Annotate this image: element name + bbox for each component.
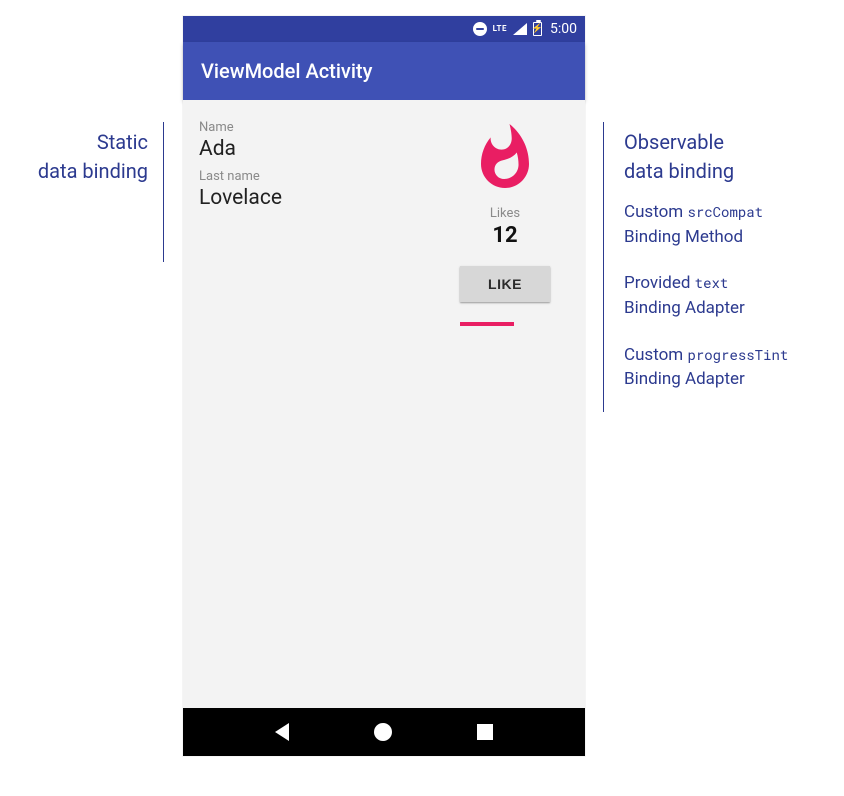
annotation-left: Static data binding bbox=[0, 128, 160, 200]
annotation-left-heading-line1: Static bbox=[97, 130, 148, 154]
lastname-value: Lovelace bbox=[199, 186, 425, 210]
annotation-divider-right bbox=[603, 122, 604, 412]
annotation-item3-prefix: Custom bbox=[624, 345, 687, 365]
battery-charging-icon: ⚡ bbox=[533, 22, 542, 36]
annotation-item3-code: progressTint bbox=[687, 345, 788, 364]
annotation-item-progresstint: Custom progressTint Binding Adapter bbox=[624, 343, 832, 392]
annotation-right-heading-line1: Observable bbox=[624, 130, 724, 154]
name-label: Name bbox=[199, 120, 425, 135]
likes-count: 12 bbox=[492, 223, 517, 248]
app-bar-title: ViewModel Activity bbox=[201, 59, 372, 83]
nav-recent-button[interactable] bbox=[477, 724, 493, 740]
annotation-left-heading: Static data binding bbox=[0, 128, 148, 186]
likes-label: Likes bbox=[490, 206, 520, 221]
likes-column: Likes 12 LIKE bbox=[441, 114, 569, 694]
name-value: Ada bbox=[199, 137, 425, 161]
popularity-progress-fill bbox=[460, 322, 514, 326]
content-area: Name Ada Last name Lovelace Likes 12 LIK… bbox=[183, 100, 585, 708]
nav-back-button[interactable] bbox=[275, 723, 289, 741]
do-not-disturb-icon bbox=[473, 22, 487, 36]
annotation-item-text: Provided text Binding Adapter bbox=[624, 271, 832, 320]
annotation-divider-left bbox=[163, 122, 164, 262]
nav-home-button[interactable] bbox=[374, 723, 392, 741]
annotation-item2-code: text bbox=[695, 273, 729, 292]
annotation-item2-line2: Binding Adapter bbox=[624, 298, 745, 318]
annotation-item1-code: srcCompat bbox=[687, 202, 763, 221]
navigation-bar bbox=[183, 708, 585, 756]
annotation-item1-prefix: Custom bbox=[624, 202, 687, 222]
annotation-item1-line2: Binding Method bbox=[624, 227, 743, 247]
status-bar: LTE ⚡ 5:00 bbox=[183, 16, 585, 42]
popularity-progress bbox=[460, 322, 550, 326]
annotation-item2-prefix: Provided bbox=[624, 273, 695, 293]
annotation-right: Observable data binding Custom srcCompat… bbox=[612, 128, 832, 414]
phone-frame: LTE ⚡ 5:00 ViewModel Activity Name Ada L… bbox=[183, 16, 585, 756]
annotation-right-heading: Observable data binding bbox=[624, 128, 832, 186]
annotation-item-srccompat: Custom srcCompat Binding Method bbox=[624, 200, 832, 249]
signal-icon bbox=[513, 23, 527, 35]
clock-label: 5:00 bbox=[550, 21, 577, 37]
annotation-item3-line2: Binding Adapter bbox=[624, 369, 745, 389]
annotation-left-heading-line2: data binding bbox=[38, 159, 148, 183]
network-type-label: LTE bbox=[493, 25, 507, 33]
lastname-label: Last name bbox=[199, 169, 425, 184]
annotation-right-heading-line2: data binding bbox=[624, 159, 734, 183]
like-button[interactable]: LIKE bbox=[460, 266, 550, 302]
user-fields-column: Name Ada Last name Lovelace bbox=[199, 114, 425, 694]
popularity-flame-icon bbox=[467, 120, 543, 196]
app-bar: ViewModel Activity bbox=[183, 42, 585, 100]
